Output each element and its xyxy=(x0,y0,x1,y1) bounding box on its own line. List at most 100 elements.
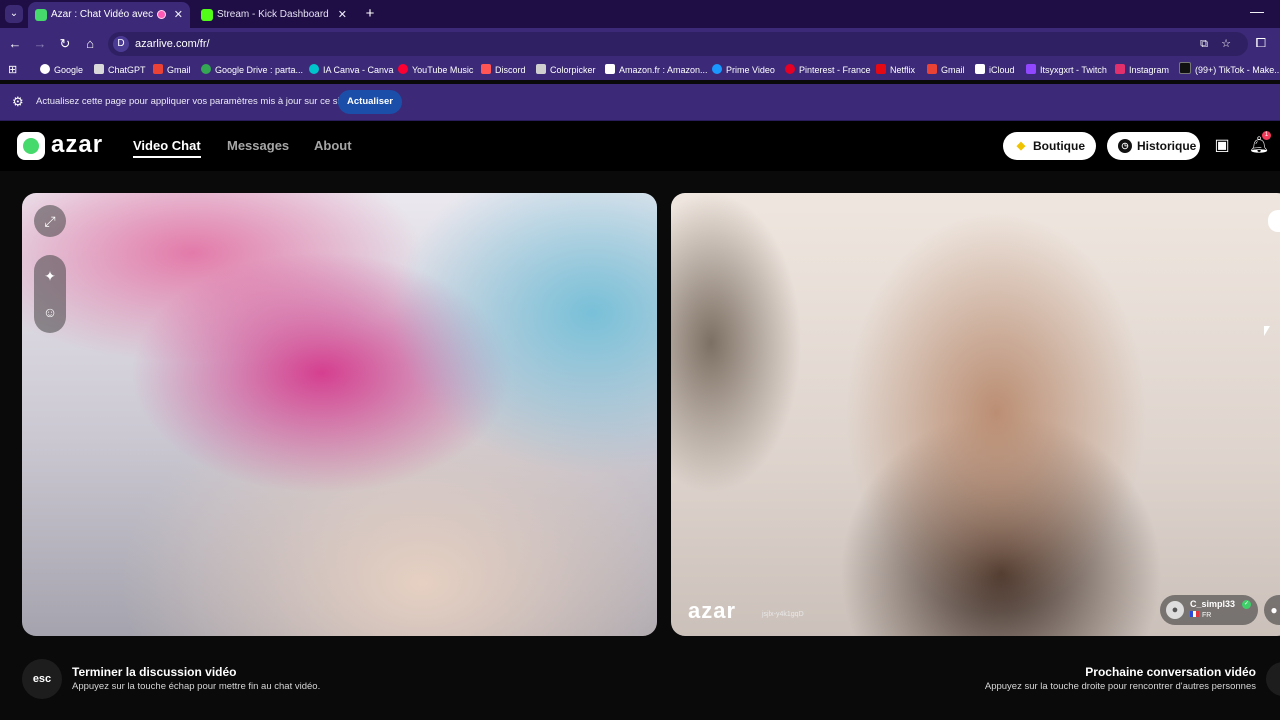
local-video-feed xyxy=(22,193,657,636)
tab-azar[interactable]: Azar : Chat Vidéo avec de n ✕ xyxy=(28,2,190,28)
extensions-icon[interactable]: ⧠ xyxy=(1256,35,1266,51)
peer-profile-chip[interactable]: ● C_simpl33 ✓ FR xyxy=(1160,595,1258,625)
kick-favicon-icon xyxy=(201,9,213,21)
icloud-icon xyxy=(975,64,985,74)
back-arrow-icon[interactable]: ← xyxy=(6,35,24,53)
bookmark-instagram[interactable]: Instagram xyxy=(1115,60,1169,80)
azar-watermark: azar xyxy=(688,598,737,623)
end-chat-title: Terminer la discussion vidéo xyxy=(72,665,237,679)
tab-title: Stream - Kick Dashboard xyxy=(217,9,329,20)
bookmark-amazon[interactable]: Amazon.fr : Amazon... xyxy=(605,60,708,80)
toolbar: ← → ↻ ⌂ D azarlive.com/fr/ ⧉ ☆ ⧠ xyxy=(0,28,1280,60)
discord-icon xyxy=(481,64,491,74)
bookmark-twitch[interactable]: Itsyxgxrt - Twitch xyxy=(1026,60,1107,80)
netflix-icon xyxy=(876,64,886,74)
bookmark-tiktok[interactable]: (99+) TikTok - Make... xyxy=(1179,60,1280,80)
window-minimize-button[interactable]: — xyxy=(1250,3,1264,19)
refresh-infobar: ⚙ Actualisez cette page pour appliquer v… xyxy=(0,84,1280,121)
bookmark-prime-video[interactable]: Prime Video xyxy=(712,60,775,80)
youtube-music-icon xyxy=(398,64,408,74)
bookmark-icloud[interactable]: iCloud xyxy=(975,60,1015,80)
colorpicker-icon xyxy=(536,64,546,74)
magic-wand-icon[interactable]: ✦ xyxy=(34,260,66,292)
prime-video-icon xyxy=(712,64,722,74)
next-chat-hint: Appuyez sur la touche droite pour rencon… xyxy=(984,681,1256,692)
peer-country: FR xyxy=(1190,611,1211,620)
bookmark-google-drive[interactable]: Google Drive : parta... xyxy=(201,60,303,80)
bookmark-pinterest[interactable]: Pinterest - France xyxy=(785,60,871,80)
google-icon xyxy=(40,64,50,74)
cast-icon[interactable]: ⧉ xyxy=(1196,36,1212,52)
boutique-label: Boutique xyxy=(1033,139,1085,153)
france-flag-icon xyxy=(1190,611,1199,617)
google-icon xyxy=(201,64,211,74)
next-chat-title: Prochaine conversation vidéo xyxy=(1085,665,1256,679)
bookmark-discord[interactable]: Discord xyxy=(481,60,526,80)
refresh-button[interactable]: Actualiser xyxy=(338,90,402,114)
gmail-icon xyxy=(927,64,937,74)
canva-icon xyxy=(309,64,319,74)
end-chat-hint: Appuyez sur la touche échap pour mettre … xyxy=(72,681,321,692)
resize-icon[interactable]: ⤢ xyxy=(34,205,66,237)
tab-strip: ⌄ Azar : Chat Vidéo avec de n ✕ Stream -… xyxy=(0,0,1280,28)
tab-kick-dashboard[interactable]: Stream - Kick Dashboard ✕ xyxy=(194,2,354,28)
chatgpt-icon xyxy=(94,64,104,74)
gmail-icon xyxy=(153,64,163,74)
amazon-icon xyxy=(605,64,615,74)
tab-close-icon[interactable]: ✕ xyxy=(174,2,183,28)
azar-favicon-icon xyxy=(35,9,47,21)
peer-name: C_simpl33 xyxy=(1190,599,1236,609)
bookmark-star-icon[interactable]: ☆ xyxy=(1218,36,1234,52)
pinterest-icon xyxy=(785,64,795,74)
next-chat-button[interactable] xyxy=(1266,662,1280,696)
nav-about[interactable]: About xyxy=(314,137,352,155)
nav-video-chat[interactable]: Video Chat xyxy=(133,137,201,158)
home-icon[interactable]: ⌂ xyxy=(81,35,99,53)
inbox-icon[interactable]: ▣ xyxy=(1211,135,1233,157)
watermark-id: jsjlx-y4k1gqD xyxy=(762,611,804,618)
apps-grid-icon[interactable]: ⊞ xyxy=(8,63,17,76)
settings-gear-icon: ⚙ xyxy=(12,94,24,109)
address-bar[interactable]: D azarlive.com/fr/ ⧉ ☆ xyxy=(108,32,1248,56)
clock-icon: ◷ xyxy=(1118,139,1132,153)
bookmark-netflix[interactable]: Netflix xyxy=(876,60,915,80)
recording-indicator-icon xyxy=(157,10,166,19)
side-panel-toggle[interactable] xyxy=(1268,210,1280,232)
face-filter-icon[interactable]: ☺ xyxy=(34,296,66,328)
tab-title: Azar : Chat Vidéo avec de n xyxy=(51,9,156,20)
reload-icon[interactable]: ↻ xyxy=(56,35,74,53)
azar-logo-icon[interactable] xyxy=(17,132,45,160)
bookmark-gmail-2[interactable]: Gmail xyxy=(927,60,965,80)
tiktok-icon xyxy=(1179,62,1191,74)
bookmark-colorpicker[interactable]: Colorpicker xyxy=(536,60,596,80)
end-chat-button[interactable]: esc xyxy=(22,659,62,699)
azar-logo-text[interactable]: azar xyxy=(51,130,103,160)
user-avatar-icon: ● xyxy=(1166,601,1184,619)
bookmarks-bar: ⊞ Google ChatGPT Gmail Google Drive : pa… xyxy=(0,60,1280,80)
bookmark-gmail[interactable]: Gmail xyxy=(153,60,191,80)
bookmark-chatgpt[interactable]: ChatGPT xyxy=(94,60,146,80)
mouse-cursor-icon xyxy=(1264,326,1270,336)
bookmark-youtube-music[interactable]: YouTube Music xyxy=(398,60,473,80)
instagram-icon xyxy=(1115,64,1125,74)
nav-messages[interactable]: Messages xyxy=(227,137,289,155)
forward-arrow-icon[interactable]: → xyxy=(31,35,49,53)
notification-badge: 1 xyxy=(1262,131,1271,140)
gem-icon: ◆ xyxy=(1016,140,1026,152)
remote-video-feed xyxy=(671,193,1280,636)
verified-icon: ✓ xyxy=(1242,600,1251,609)
site-info-icon[interactable]: D xyxy=(113,36,129,52)
tab-search-icon[interactable]: ⌄ xyxy=(5,5,23,23)
tab-close-icon[interactable]: ✕ xyxy=(338,2,347,28)
bookmark-google[interactable]: Google xyxy=(40,60,83,80)
app-header: azar Video Chat Messages About ◆ Boutiqu… xyxy=(0,121,1280,171)
new-tab-button[interactable]: + xyxy=(362,5,378,23)
url-text[interactable]: azarlive.com/fr/ xyxy=(135,32,210,56)
historique-button[interactable]: ◷ Historique xyxy=(1107,132,1200,160)
bookmark-canva[interactable]: IA Canva - Canva xyxy=(309,60,394,80)
historique-label: Historique xyxy=(1137,139,1197,153)
boutique-button[interactable]: ◆ Boutique xyxy=(1003,132,1096,160)
infobar-message: Actualisez cette page pour appliquer vos… xyxy=(36,96,348,107)
effects-controls: ✦ ☺ xyxy=(34,255,66,333)
twitch-icon xyxy=(1026,64,1036,74)
